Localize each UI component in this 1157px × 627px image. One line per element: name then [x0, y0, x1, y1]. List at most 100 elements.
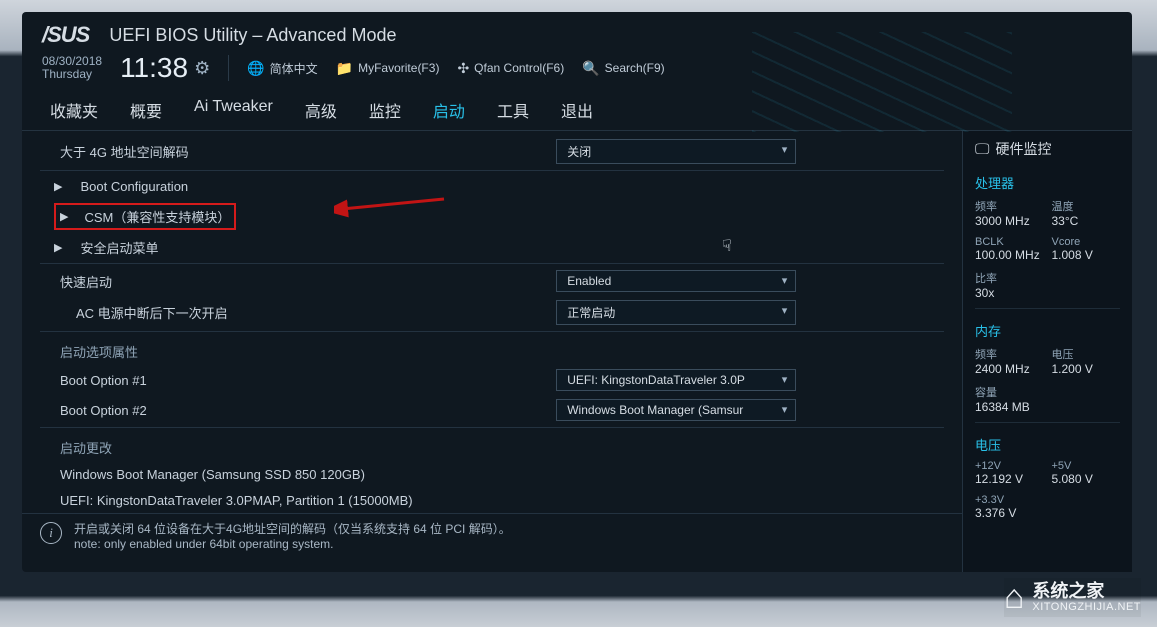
cpu-freq-value: 3000 MHz	[975, 214, 1044, 228]
bclk-value: 100.00 MHz	[975, 248, 1044, 262]
section-boot-change: 启动更改	[22, 430, 962, 461]
search-button[interactable]: 🔍 Search(F9)	[582, 60, 664, 77]
hw-divider	[975, 422, 1120, 423]
search-icon: 🔍	[582, 60, 599, 77]
hw-divider	[975, 308, 1120, 309]
hw-section-cpu: 处理器	[975, 173, 1120, 194]
mem-volt-label: 电压	[1052, 346, 1121, 362]
setting-boot-option-2[interactable]: Boot Option #2 Windows Boot Manager (Sam…	[22, 395, 962, 425]
bios-window: /SUS UEFI BIOS Utility – Advanced Mode 0…	[22, 12, 1132, 572]
language-label: 简体中文	[270, 60, 318, 77]
divider	[40, 170, 944, 171]
fan-icon: ✣	[457, 60, 469, 77]
boot-change-entry-1[interactable]: Windows Boot Manager (Samsung SSD 850 12…	[22, 461, 962, 487]
info-footer: i 开启或关闭 64 位设备在大于4G地址空间的解码（仅当系统支持 64 位 P…	[22, 513, 962, 559]
tab-exit[interactable]: 退出	[561, 98, 593, 122]
main-area: 大于 4G 地址空间解码 关闭 ▶ Boot Configuration ▶ C…	[22, 131, 1132, 572]
bootcfg-label: Boot Configuration	[80, 179, 188, 194]
setting-ac-recovery[interactable]: AC 电源中断后下一次开启 正常启动	[22, 296, 962, 329]
nav-boot-configuration[interactable]: ▶ Boot Configuration	[22, 173, 962, 199]
info-line-2: note: only enabled under 64bit operating…	[74, 537, 511, 551]
search-label: Search(F9)	[605, 61, 665, 75]
above4g-dropdown[interactable]: 关闭	[556, 139, 796, 164]
setting-fastboot[interactable]: 快速启动 Enabled	[22, 266, 962, 296]
bc1-label: Windows Boot Manager (Samsung SSD 850 12…	[40, 467, 944, 482]
myfavorite-button[interactable]: 📁 MyFavorite(F3)	[336, 60, 440, 77]
header: /SUS UEFI BIOS Utility – Advanced Mode 0…	[22, 12, 1132, 90]
ratio-value: 30x	[975, 286, 1120, 300]
hw-title-label: 硬件监控	[995, 139, 1051, 159]
qfan-button[interactable]: ✣ Qfan Control(F6)	[457, 60, 564, 77]
vcore-label: Vcore	[1052, 236, 1121, 248]
chevron-right-icon: ▶	[54, 180, 62, 193]
language-button[interactable]: 🌐 简体中文	[247, 60, 317, 77]
boot1-dropdown[interactable]: UEFI: KingstonDataTraveler 3.0P	[556, 369, 796, 391]
mem-freq-label: 频率	[975, 346, 1044, 362]
monitor-icon: 🖵	[975, 141, 989, 158]
setting-boot-option-1[interactable]: Boot Option #1 UEFI: KingstonDataTravele…	[22, 365, 962, 395]
watermark-cn: 系统之家	[1032, 582, 1141, 602]
v5-label: +5V	[1052, 460, 1121, 472]
tab-advanced[interactable]: 高级	[305, 98, 337, 122]
cpu-temp-label: 温度	[1052, 198, 1121, 214]
csm-label: CSM（兼容性支持模块）	[84, 207, 230, 226]
hardware-monitor-sidebar: 🖵 硬件监控 处理器 频率3000 MHz 温度33°C BCLK100.00 …	[962, 131, 1132, 572]
fastboot-dropdown[interactable]: Enabled	[556, 270, 796, 292]
settings-pane: 大于 4G 地址空间解码 关闭 ▶ Boot Configuration ▶ C…	[22, 131, 962, 572]
boot-change-entry-2[interactable]: UEFI: KingstonDataTraveler 3.0PMAP, Part…	[22, 487, 962, 513]
v33-label: +3.3V	[975, 494, 1120, 506]
cpu-freq-label: 频率	[975, 198, 1044, 214]
mem-volt-value: 1.200 V	[1052, 362, 1121, 376]
tab-monitor[interactable]: 监控	[369, 98, 401, 122]
boot1-label: Boot Option #1	[40, 373, 546, 388]
info-line-1: 开启或关闭 64 位设备在大于4G地址空间的解码（仅当系统支持 64 位 PCI…	[74, 520, 511, 537]
bc2-label: UEFI: KingstonDataTraveler 3.0PMAP, Part…	[40, 493, 944, 508]
watermark-url: XITONGZHIJIA.NET	[1032, 601, 1141, 613]
acrecover-dropdown[interactable]: 正常启动	[556, 300, 796, 325]
tab-main[interactable]: 概要	[130, 98, 162, 122]
boot2-label: Boot Option #2	[40, 403, 546, 418]
ratio-label: 比率	[975, 270, 1120, 286]
utility-title: UEFI BIOS Utility – Advanced Mode	[109, 25, 396, 46]
info-icon: i	[40, 522, 62, 544]
tab-boot[interactable]: 启动	[433, 98, 465, 122]
v12-label: +12V	[975, 460, 1044, 472]
setting-above4g[interactable]: 大于 4G 地址空间解码 关闭	[22, 135, 962, 168]
cpu-temp-value: 33°C	[1052, 214, 1121, 228]
hw-monitor-title: 🖵 硬件监控	[975, 139, 1120, 159]
hw-section-voltage: 电压	[975, 435, 1120, 456]
tab-tool[interactable]: 工具	[497, 98, 529, 122]
clock: 11:38 ⚙	[120, 52, 210, 84]
v5-value: 5.080 V	[1052, 472, 1121, 486]
date-block: 08/30/2018 Thursday	[42, 55, 102, 81]
tab-aitweaker[interactable]: Ai Tweaker	[194, 98, 273, 122]
chevron-right-icon: ▶	[60, 210, 68, 223]
bclk-label: BCLK	[975, 236, 1044, 248]
v12-value: 12.192 V	[975, 472, 1044, 486]
clock-time: 11:38	[120, 52, 188, 84]
mem-freq-value: 2400 MHz	[975, 362, 1044, 376]
chevron-right-icon: ▶	[54, 241, 62, 254]
globe-icon: 🌐	[247, 60, 264, 77]
header-day: Thursday	[42, 68, 102, 81]
divider	[40, 263, 944, 264]
above4g-label: 大于 4G 地址空间解码	[40, 142, 546, 161]
csm-highlight: ▶ CSM（兼容性支持模块）	[54, 203, 236, 230]
nav-secure-boot[interactable]: ▶ 安全启动菜单	[22, 234, 962, 261]
nav-csm[interactable]: ▶ CSM（兼容性支持模块）	[22, 199, 962, 234]
brand-logo: /SUS	[42, 22, 89, 48]
fastboot-label: 快速启动	[40, 272, 546, 291]
boot2-dropdown[interactable]: Windows Boot Manager (Samsur	[556, 399, 796, 421]
watermark: ⌂ 系统之家 XITONGZHIJIA.NET	[1004, 578, 1141, 617]
gear-icon[interactable]: ⚙	[194, 58, 210, 79]
divider	[40, 427, 944, 428]
mem-cap-value: 16384 MB	[975, 400, 1120, 414]
section-boot-option-properties: 启动选项属性	[22, 334, 962, 365]
house-icon: ⌂	[1004, 578, 1025, 617]
separator	[228, 55, 229, 81]
hw-section-memory: 内存	[975, 321, 1120, 342]
folder-icon: 📁	[336, 60, 353, 77]
divider	[40, 331, 944, 332]
v33-value: 3.376 V	[975, 506, 1120, 520]
tab-favorites[interactable]: 收藏夹	[50, 98, 98, 122]
